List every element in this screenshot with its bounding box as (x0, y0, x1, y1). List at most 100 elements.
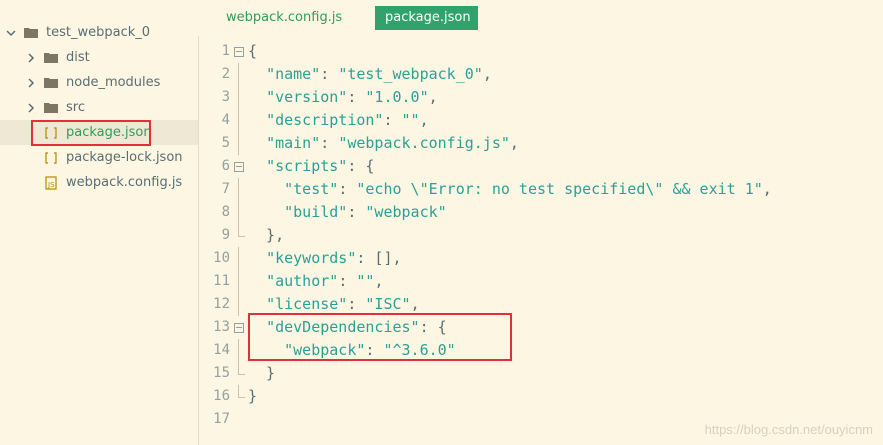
fold-guide (238, 178, 239, 201)
code-token: "webpack" (365, 203, 447, 221)
folder-icon (44, 77, 58, 88)
fold-guide (238, 132, 239, 155)
code-token: "author" (266, 272, 339, 290)
code-token: } (248, 364, 276, 382)
code-token: "1.0.0" (365, 88, 429, 106)
code-line[interactable]: 10 "keywords": [], (198, 247, 883, 270)
tree-item-webpack-config-js[interactable]: JS webpack.config.js (0, 170, 198, 195)
tree-item-node-modules[interactable]: node_modules (0, 70, 198, 95)
code-line[interactable]: 4 "description": "", (198, 109, 883, 132)
code-token: : (320, 65, 339, 83)
line-number: 17 (213, 411, 230, 427)
tab-webpack-config[interactable]: webpack.config.js (216, 6, 352, 30)
fold-toggle-icon[interactable] (234, 323, 244, 333)
fold-guide (238, 362, 245, 375)
code-editor[interactable]: 1{2 "name": "test_webpack_0", 3 "version"… (198, 40, 883, 445)
tree-item-label: src (66, 100, 85, 115)
chevron-right-icon[interactable] (26, 52, 36, 63)
code-text: { (248, 40, 257, 63)
code-token: "name" (266, 65, 321, 83)
chevron-right-icon[interactable] (26, 77, 36, 88)
tree-item-label: package-lock.json (66, 150, 183, 165)
svg-text:JS: JS (47, 181, 55, 189)
code-text: "name": "test_webpack_0", (248, 63, 492, 86)
code-text: "scripts": { (248, 155, 374, 178)
code-line[interactable]: 6 "scripts": { (198, 155, 883, 178)
code-token: "license" (266, 295, 348, 313)
fold-toggle-icon[interactable] (234, 162, 244, 172)
code-token: }, (248, 226, 285, 244)
folder-icon (44, 52, 58, 63)
code-token: , (482, 65, 492, 83)
line-number: 4 (221, 112, 230, 128)
folder-icon (44, 102, 58, 113)
watermark: https://blog.csdn.net/ouyicnm (704, 422, 873, 437)
code-line[interactable]: 9 }, (198, 224, 883, 247)
code-token: : [], (356, 249, 402, 267)
tree-item-label: webpack.config.js (66, 175, 183, 190)
code-line[interactable]: 15 } (198, 362, 883, 385)
line-number: 10 (213, 250, 230, 266)
fold-toggle-icon[interactable] (234, 47, 244, 57)
code-token: : (347, 88, 366, 106)
code-line[interactable]: 5 "main": "webpack.config.js", (198, 132, 883, 155)
code-token: "echo \"Error: no test specified\" && ex… (356, 180, 763, 198)
code-line[interactable]: 2 "name": "test_webpack_0", (198, 63, 883, 86)
code-line[interactable]: 16} (198, 385, 883, 408)
chevron-right-icon[interactable] (26, 102, 36, 113)
code-token: "test_webpack_0" (338, 65, 483, 83)
code-line[interactable]: 7 "test": "echo \"Error: no test specifi… (198, 178, 883, 201)
code-text: "description": "", (248, 109, 429, 132)
line-number: 13 (213, 319, 230, 335)
code-token: "description" (266, 111, 384, 129)
code-token: : { (347, 157, 375, 175)
code-text: "keywords": [], (248, 247, 402, 270)
code-text: }, (248, 224, 284, 247)
line-number: 12 (213, 296, 230, 312)
code-line[interactable]: 8 "build": "webpack" (198, 201, 883, 224)
json-file-icon (44, 151, 58, 165)
code-token: : (347, 203, 366, 221)
tree-item-src[interactable]: src (0, 95, 198, 120)
code-token: "" (356, 272, 375, 290)
line-number: 6 (221, 158, 230, 174)
code-token: "build" (284, 203, 348, 221)
tree-item-label: node_modules (66, 75, 161, 90)
line-number: 7 (221, 181, 230, 197)
line-number: 1 (221, 43, 230, 59)
line-number: 5 (221, 135, 230, 151)
line-number: 11 (213, 273, 230, 289)
code-text: "test": "echo \"Error: no test specified… (248, 178, 772, 201)
code-line[interactable]: 3 "version": "1.0.0", (198, 86, 883, 109)
highlight-box-package-json (31, 120, 151, 146)
code-line[interactable]: 1{ (198, 40, 883, 63)
fold-guide (238, 247, 239, 270)
code-line[interactable]: 11 "author": "", (198, 270, 883, 293)
tree-root-folder[interactable]: test_webpack_0 (0, 20, 198, 45)
code-text: "version": "1.0.0", (248, 86, 438, 109)
code-token: "test" (284, 180, 339, 198)
code-token: "version" (266, 88, 348, 106)
chevron-down-icon[interactable] (6, 28, 16, 38)
tree-item-package-lock-json[interactable]: package-lock.json (0, 145, 198, 170)
code-token: "webpack.config.js" (338, 134, 510, 152)
fold-guide (238, 201, 239, 224)
code-token: , (374, 272, 384, 290)
tree-item-dist[interactable]: dist (0, 45, 198, 70)
tab-bar: webpack.config.js package.json (198, 0, 883, 36)
folder-icon (24, 27, 38, 38)
fold-guide (238, 270, 239, 293)
tab-package-json[interactable]: package.json (375, 6, 478, 30)
fold-guide (238, 109, 239, 132)
code-text: "build": "webpack" (248, 201, 447, 224)
code-token: , (419, 111, 429, 129)
